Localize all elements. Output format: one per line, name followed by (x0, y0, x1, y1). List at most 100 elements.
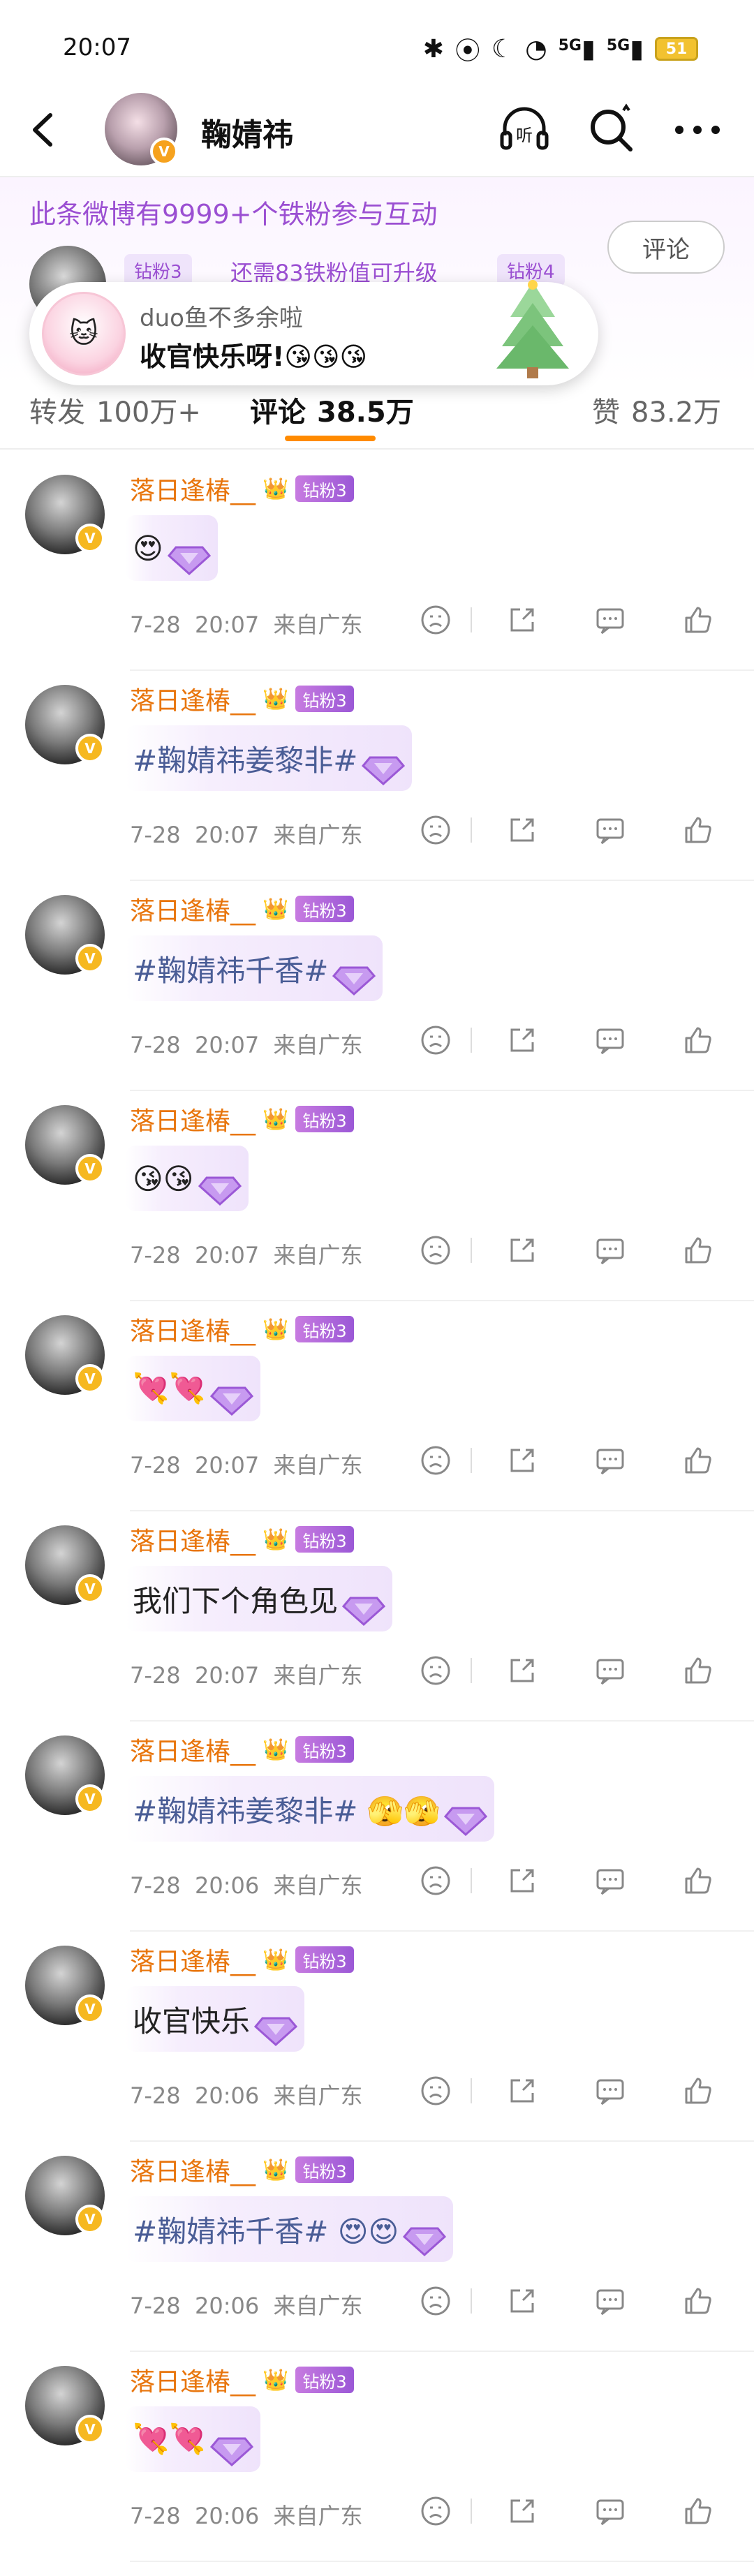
verified-badge: V (75, 1994, 105, 2024)
dislike-button[interactable] (413, 1858, 458, 1903)
more-button[interactable] (669, 101, 726, 158)
nav-bar: V 鞠婧祎 听 (0, 87, 754, 171)
commenter-name[interactable]: 落日逢椿__ (130, 1941, 256, 1978)
search-icon (591, 103, 633, 151)
dislike-button[interactable] (413, 1438, 458, 1483)
dislike-button[interactable] (413, 1228, 458, 1273)
fan-banner-text[interactable]: 此条微博有9999+个铁粉参与互动 (29, 193, 438, 231)
tab-comments[interactable]: 评论 38.5万 (250, 390, 414, 430)
action-separator (471, 1028, 472, 1053)
tab-likes[interactable]: 赞 83.2万 (592, 390, 721, 430)
dislike-button[interactable] (413, 2068, 458, 2113)
like-button[interactable] (676, 598, 720, 642)
comment-icon (596, 2079, 624, 2105)
dislike-button[interactable] (413, 598, 458, 642)
reply-button[interactable] (588, 1438, 633, 1483)
dislike-face-icon (421, 815, 450, 845)
like-button[interactable] (676, 1648, 720, 1693)
comment-location: 来自广东 (273, 2082, 363, 2109)
share-button[interactable] (500, 2068, 545, 2113)
dislike-face-icon (421, 1656, 450, 1685)
commenter-name[interactable]: 落日逢椿__ (130, 1311, 256, 1347)
comment-time: 20:06 (194, 2293, 260, 2319)
tab-reposts[interactable]: 转发 100万+ (29, 390, 201, 430)
like-button[interactable] (676, 1858, 720, 1903)
action-separator (471, 817, 472, 843)
dislike-button[interactable] (413, 1018, 458, 1063)
dislike-button[interactable] (413, 808, 458, 852)
like-button[interactable] (676, 1438, 720, 1483)
commenter-name[interactable]: 落日逢椿__ (130, 2362, 256, 2398)
commenter-name[interactable]: 落日逢椿__ (130, 1731, 256, 1768)
reply-button[interactable] (588, 1648, 633, 1693)
dislike-face-icon (421, 1236, 450, 1265)
thumbs-up-icon (685, 2288, 711, 2314)
thumbs-up-icon (685, 2498, 711, 2524)
share-icon (510, 1659, 534, 1682)
status-icons: ✱ ⦿ ☾ ◔ 5G▮ 5G▮ 51 (423, 31, 698, 67)
tab-likes-label: 赞 (592, 397, 620, 429)
dislike-face-icon (421, 2076, 450, 2105)
reply-button[interactable] (588, 2489, 633, 2533)
comment-divider (130, 2561, 754, 2562)
thumbs-up-icon (685, 817, 711, 843)
like-button[interactable] (676, 2489, 720, 2533)
share-button[interactable] (500, 1018, 545, 1063)
svg-text:听: 听 (516, 126, 533, 145)
share-icon (510, 1028, 534, 1052)
commenter-name[interactable]: 落日逢椿__ (130, 891, 256, 927)
share-icon (510, 2289, 534, 2313)
commenter-name[interactable]: 落日逢椿__ (130, 1101, 256, 1137)
like-button[interactable] (676, 1228, 720, 1273)
comment-actions (413, 1648, 720, 1693)
share-button[interactable] (500, 1438, 545, 1483)
share-button[interactable] (500, 598, 545, 642)
dislike-button[interactable] (413, 2279, 458, 2323)
share-button[interactable] (500, 1858, 545, 1903)
signal-label-2: 5G (606, 36, 630, 54)
reply-button[interactable] (588, 1228, 633, 1273)
commenter-name[interactable]: 落日逢椿__ (130, 2152, 256, 2188)
share-button[interactable] (500, 808, 545, 852)
battery-icon: 51 (655, 37, 698, 61)
comment-text: 我们下个角色见 (133, 1583, 339, 1618)
dislike-button[interactable] (413, 1648, 458, 1693)
listen-button[interactable]: 听 (496, 101, 553, 158)
like-button[interactable] (676, 2068, 720, 2113)
share-button[interactable] (500, 1648, 545, 1693)
diamond-icon (209, 1386, 253, 1416)
page-title[interactable]: 鞠婧祎 (201, 110, 293, 154)
comment-header: 落日逢椿__ 👑 钻粉3 (130, 1731, 354, 1768)
comment-actions (413, 1228, 720, 1273)
reply-button[interactable] (588, 2279, 633, 2323)
dislike-face-icon (421, 605, 450, 635)
like-button[interactable] (676, 1018, 720, 1063)
reply-button[interactable] (588, 1018, 633, 1063)
reply-button[interactable] (588, 598, 633, 642)
share-icon (510, 1869, 534, 1893)
dislike-button[interactable] (413, 2489, 458, 2533)
comment-item: V 落日逢椿__ 👑 钻粉3 💘💘 7-28 20:06 来自广东 (0, 2352, 754, 2562)
signal-icon: 5G▮ (558, 34, 596, 64)
like-button[interactable] (676, 808, 720, 852)
comment-meta: 7-28 20:07 来自广东 (130, 1448, 363, 1480)
diamond-icon (403, 2227, 447, 2257)
notification-popup[interactable]: 🐱 duo鱼不多余啦 收官快乐呀!😘😘😘 (29, 280, 598, 385)
share-button[interactable] (500, 2279, 545, 2323)
like-button[interactable] (676, 2279, 720, 2323)
commenter-name[interactable]: 落日逢椿__ (130, 471, 256, 507)
share-button[interactable] (500, 2489, 545, 2533)
reply-button[interactable] (588, 1858, 633, 1903)
back-button[interactable] (21, 105, 70, 154)
share-button[interactable] (500, 1228, 545, 1273)
reply-button[interactable] (588, 2068, 633, 2113)
fan-badge: 钻粉3 (295, 475, 354, 502)
commenter-name[interactable]: 落日逢椿__ (130, 1521, 256, 1557)
comment-text: 收官快乐 (133, 2004, 251, 2038)
reply-button[interactable] (588, 808, 633, 852)
comment-button[interactable]: 评论 (607, 221, 725, 274)
search-button[interactable] (582, 101, 640, 158)
comment-item: V 落日逢椿__ 👑 钻粉3 😍 7-28 20:07 来自广东 (0, 461, 754, 671)
commenter-name[interactable]: 落日逢椿__ (130, 681, 256, 717)
comment-header: 落日逢椿__ 👑 钻粉3 (130, 2152, 354, 2188)
